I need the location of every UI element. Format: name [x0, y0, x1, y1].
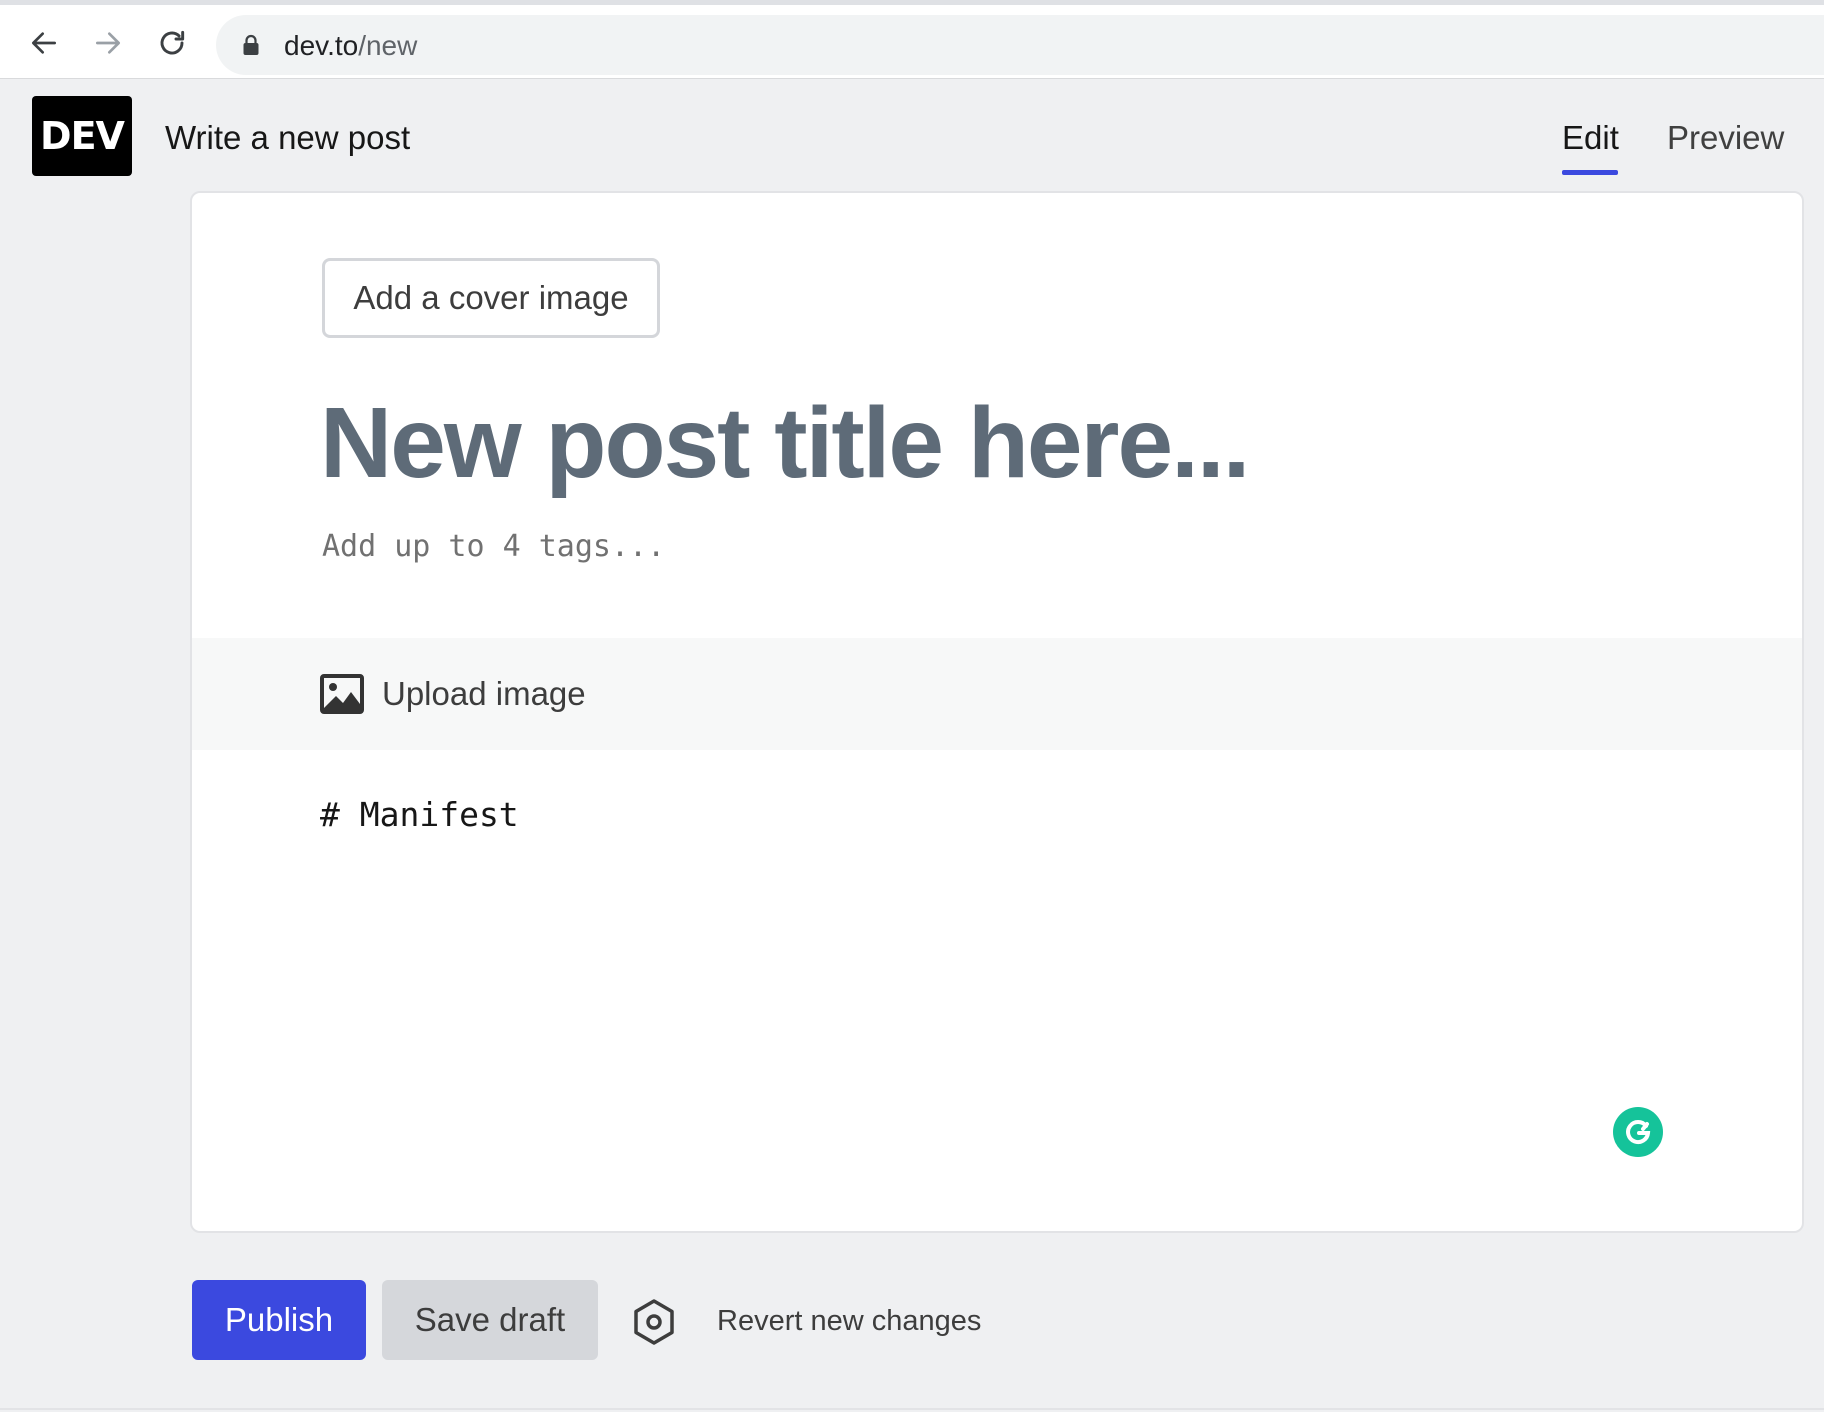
grammarly-icon[interactable] [1613, 1107, 1663, 1157]
grammarly-g-glyph [1626, 1120, 1651, 1145]
forward-arrow-icon [96, 32, 120, 54]
back-arrow-icon [32, 32, 56, 54]
reload-icon [160, 30, 185, 55]
image-icon [320, 674, 364, 714]
url-host: dev.to [284, 30, 359, 61]
url-path: /new [358, 30, 418, 61]
publish-button[interactable]: Publish [192, 1280, 366, 1360]
dev-logo[interactable]: DEV [32, 96, 132, 176]
revert-changes-button[interactable]: Revert new changes [717, 1303, 981, 1339]
post-title-input[interactable] [320, 383, 1680, 503]
url-text: dev.to/new [284, 30, 417, 62]
page-title: Write a new post [165, 119, 411, 156]
tab-preview[interactable]: Preview [1667, 118, 1784, 158]
back-button[interactable] [24, 23, 64, 63]
post-body-textarea[interactable] [320, 793, 1740, 1173]
add-cover-image-button[interactable]: Add a cover image [322, 258, 660, 338]
tags-input[interactable] [322, 521, 1222, 571]
upload-image-label: Upload image [382, 675, 586, 712]
hexagon-settings-icon [634, 1299, 674, 1345]
upload-image-button[interactable]: Upload image [320, 662, 586, 726]
editor-card: Add a cover image Upload image [190, 191, 1804, 1233]
browser-toolbar: dev.to/new [0, 5, 1824, 79]
reload-button[interactable] [152, 23, 192, 63]
active-tab-indicator [1562, 170, 1618, 175]
save-draft-button[interactable]: Save draft [382, 1280, 598, 1360]
post-options-button[interactable] [628, 1296, 680, 1348]
editor-toolbar: Upload image [192, 638, 1802, 750]
address-bar[interactable]: dev.to/new [216, 15, 1824, 75]
forward-button[interactable] [88, 23, 128, 63]
bottom-divider [0, 1408, 1824, 1410]
tab-edit[interactable]: Edit [1562, 118, 1619, 158]
lock-icon [243, 34, 259, 55]
